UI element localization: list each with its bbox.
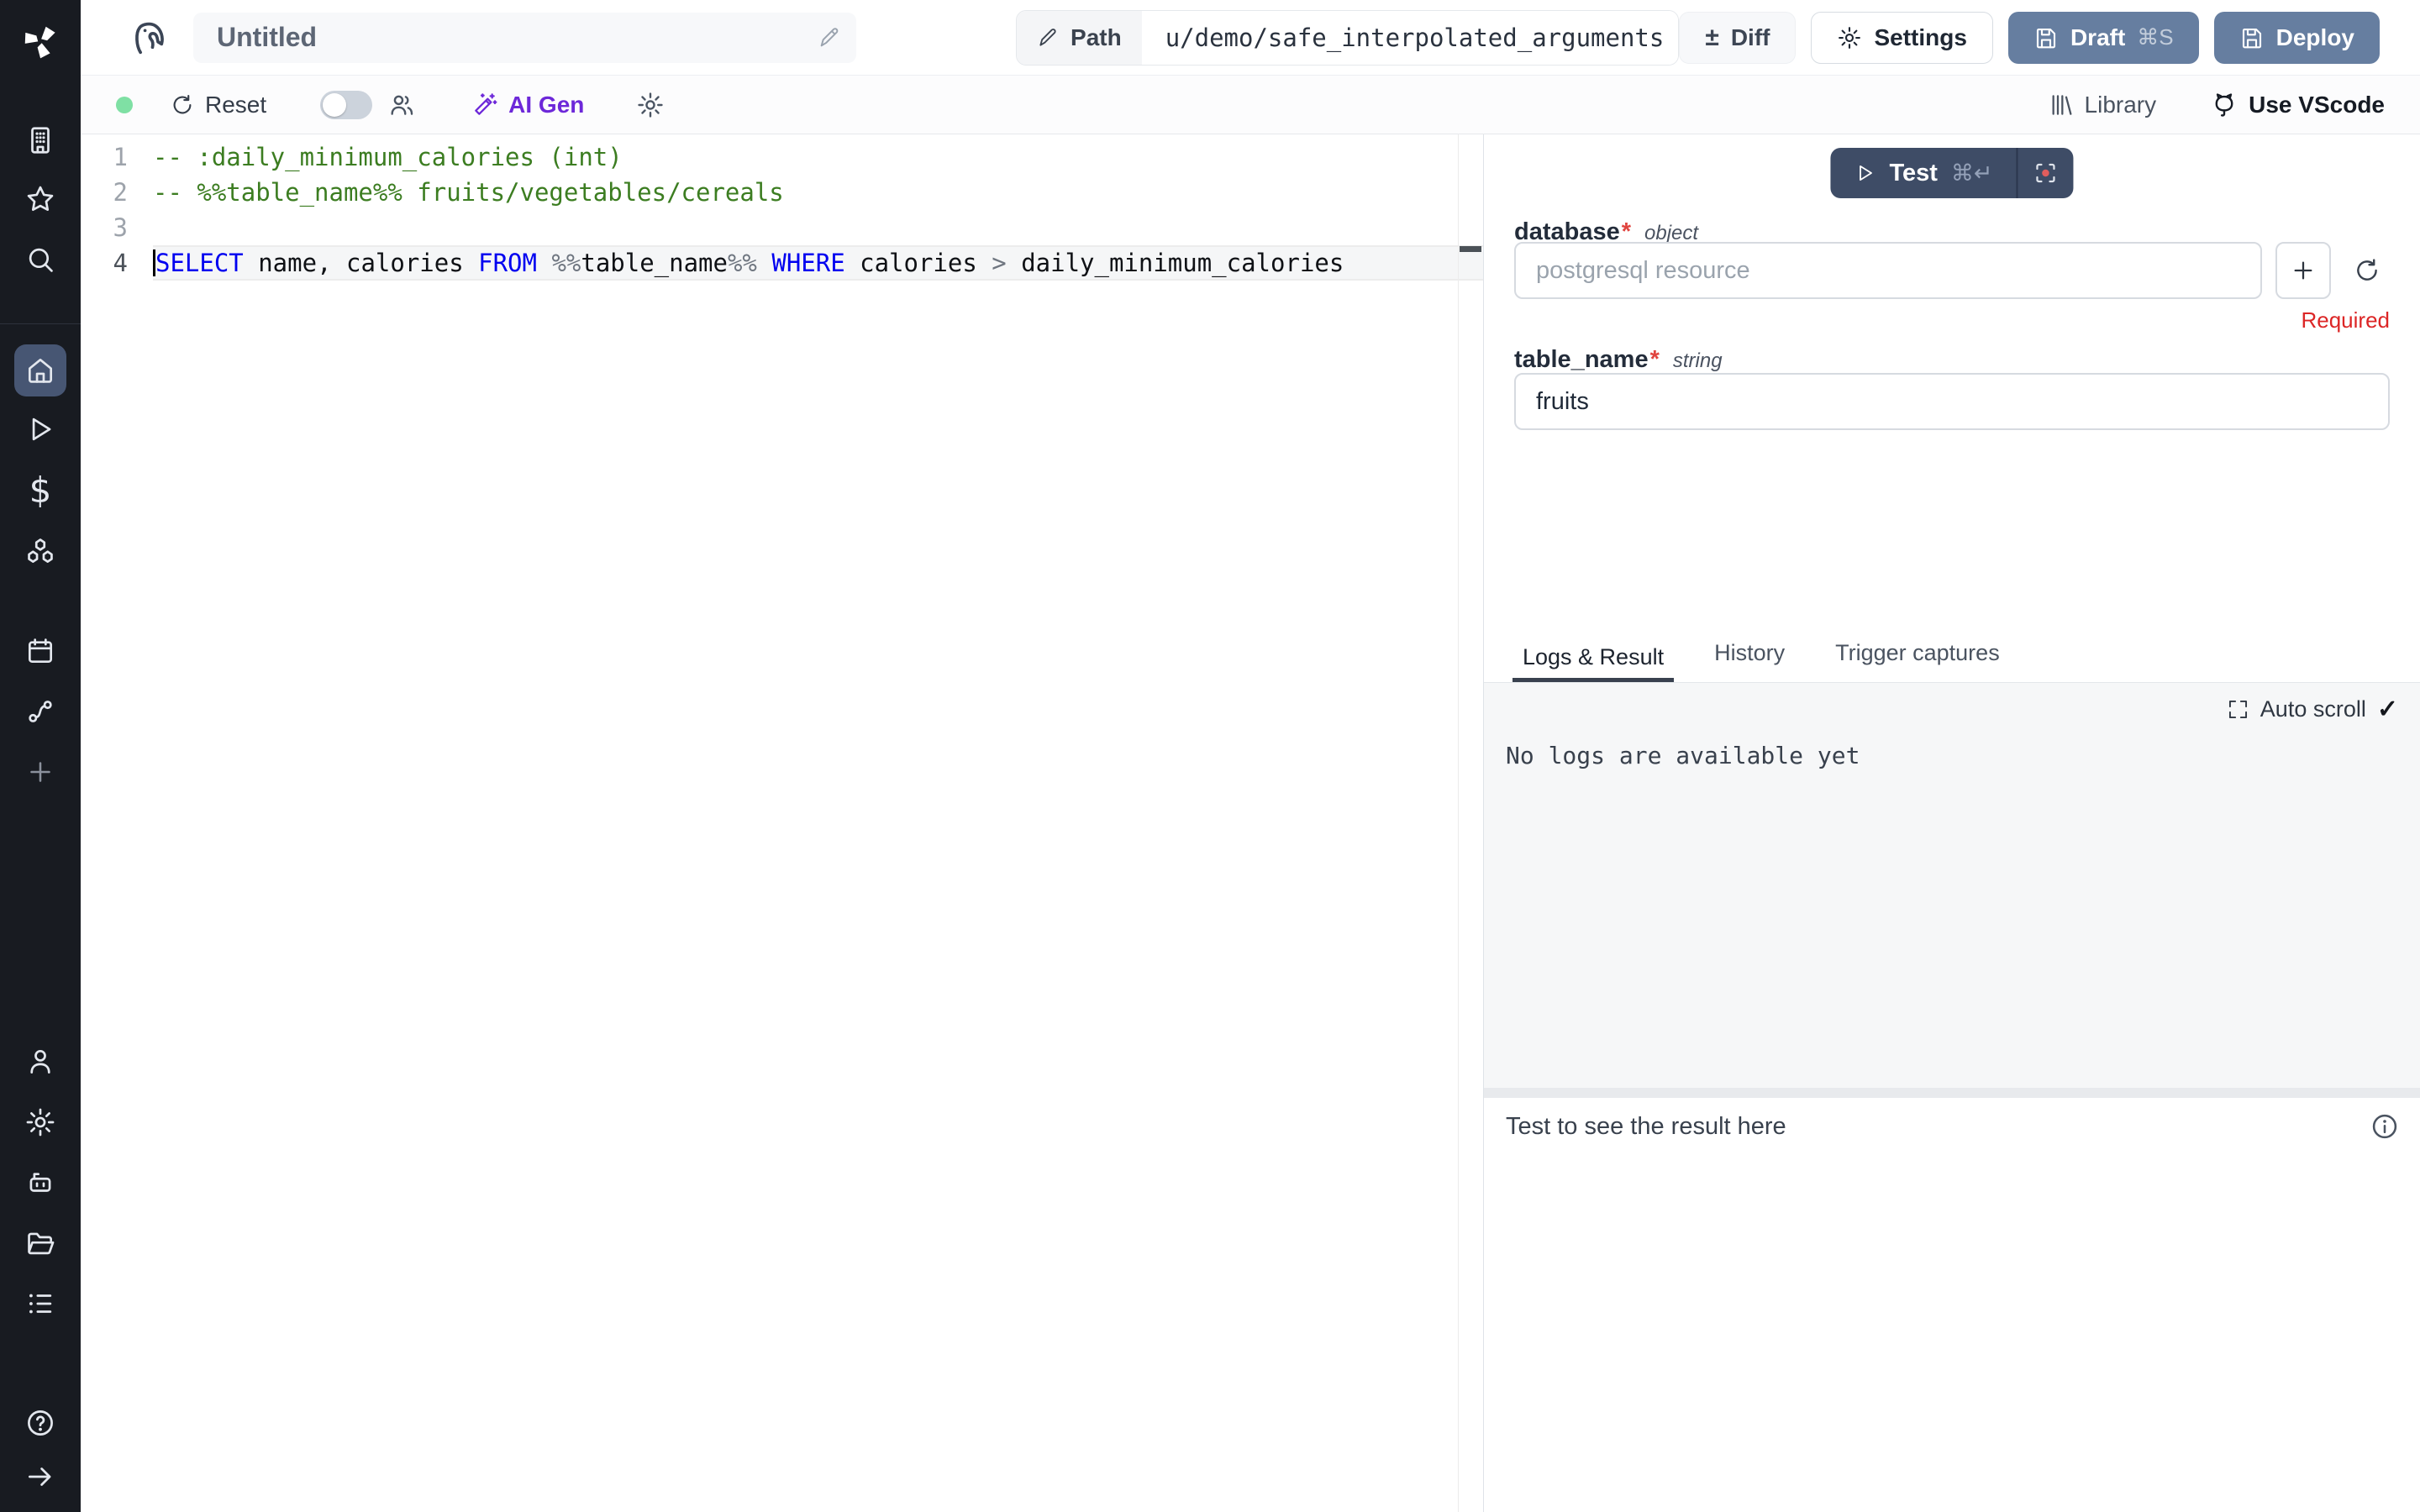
plus-icon bbox=[2290, 257, 2317, 284]
logs-result-divider[interactable] bbox=[1484, 1088, 2420, 1098]
editor-minimap[interactable] bbox=[1458, 134, 1483, 1512]
sidebar-item-runs[interactable] bbox=[17, 406, 64, 453]
script-title-field[interactable] bbox=[193, 13, 856, 63]
run-panel: Test ⌘↵ database* object Required bbox=[1483, 134, 2420, 1512]
code-editor[interactable]: 1-- :daily_minimum_calories (int)2-- %%t… bbox=[81, 134, 1483, 1512]
workspace-icon[interactable] bbox=[17, 117, 64, 164]
sidebar-divider bbox=[0, 323, 81, 324]
library-button[interactable]: Library bbox=[2048, 92, 2157, 118]
code-text: -- :daily_minimum_calories (int) bbox=[153, 139, 1483, 175]
search-icon[interactable] bbox=[17, 236, 64, 283]
table-name-input[interactable] bbox=[1514, 373, 2390, 430]
edit-path-pencil-icon bbox=[1037, 27, 1059, 49]
code-line[interactable]: 3 bbox=[81, 210, 1483, 245]
diff-button[interactable]: ± Diff bbox=[1679, 12, 1796, 64]
line-number: 1 bbox=[81, 139, 153, 175]
code-text: -- %%table_name%% fruits/vegetables/cere… bbox=[153, 175, 1483, 210]
line-number: 3 bbox=[81, 210, 153, 245]
top-bar: Path u/demo/safe_interpolated_arguments … bbox=[81, 0, 2420, 76]
refresh-resources-button[interactable] bbox=[2344, 242, 2390, 299]
vscode-cat-icon bbox=[2210, 91, 2238, 119]
check-icon: ✓ bbox=[2377, 695, 2398, 724]
favorites-icon[interactable] bbox=[17, 176, 64, 223]
ai-gen-button[interactable]: AI Gen bbox=[471, 92, 584, 118]
tab-history[interactable]: History bbox=[1704, 640, 1795, 682]
deploy-button[interactable]: Deploy bbox=[2214, 12, 2380, 64]
expand-sidebar-icon[interactable] bbox=[17, 1453, 64, 1500]
test-shortcut: ⌘↵ bbox=[1951, 160, 1993, 186]
save-icon bbox=[2239, 25, 2265, 50]
line-number: 2 bbox=[81, 175, 153, 210]
sidebar: $ bbox=[0, 0, 81, 1512]
sidebar-item-user[interactable] bbox=[17, 1038, 64, 1085]
gear-icon bbox=[1837, 25, 1862, 50]
capture-button[interactable] bbox=[2018, 148, 2074, 198]
logs-area: Auto scroll ✓ No logs are available yet bbox=[1484, 683, 2420, 1088]
users-icon[interactable] bbox=[387, 91, 416, 119]
sidebar-item-schedules[interactable] bbox=[17, 627, 64, 675]
path-selector[interactable]: Path u/demo/safe_interpolated_arguments bbox=[1016, 10, 1679, 66]
add-resource-button[interactable] bbox=[2275, 242, 2331, 299]
expand-icon bbox=[2227, 698, 2249, 721]
sidebar-item-workers[interactable] bbox=[17, 1159, 64, 1206]
code-text bbox=[153, 210, 1483, 245]
editor-toolbar: Reset AI Gen Library Use VScode bbox=[81, 76, 2420, 134]
reset-button[interactable]: Reset bbox=[170, 92, 266, 118]
line-number: 4 bbox=[81, 245, 153, 281]
windmill-logo[interactable] bbox=[17, 18, 64, 65]
status-dot bbox=[116, 97, 133, 113]
wand-icon bbox=[471, 92, 498, 118]
code-line[interactable]: 1-- :daily_minimum_calories (int) bbox=[81, 139, 1483, 175]
reset-icon bbox=[170, 92, 195, 118]
script-settings-gear-icon[interactable] bbox=[636, 91, 665, 119]
table-name-field-label: table_name* string bbox=[1514, 346, 1723, 374]
sidebar-item-settings[interactable] bbox=[17, 1099, 64, 1146]
help-icon[interactable] bbox=[17, 1399, 64, 1446]
logs-empty-message: No logs are available yet bbox=[1506, 742, 1860, 769]
diff-icon: ± bbox=[1705, 25, 1718, 50]
code-lines: 1-- :daily_minimum_calories (int)2-- %%t… bbox=[81, 139, 1483, 281]
script-title-input[interactable] bbox=[193, 22, 856, 53]
sidebar-item-routes[interactable] bbox=[17, 688, 64, 735]
path-label: Path bbox=[1071, 24, 1122, 51]
overview-ruler-mark bbox=[1460, 246, 1481, 252]
draft-button[interactable]: Draft ⌘S bbox=[2008, 12, 2199, 64]
save-icon bbox=[2033, 25, 2059, 50]
code-line[interactable]: 4SELECT name, calories FROM %%table_name… bbox=[81, 245, 1483, 281]
sidebar-item-variables[interactable]: $ bbox=[17, 467, 64, 514]
refresh-icon bbox=[2353, 256, 2381, 285]
code-line[interactable]: 2-- %%table_name%% fruits/vegetables/cer… bbox=[81, 175, 1483, 210]
add-item-button[interactable] bbox=[17, 748, 64, 795]
tab-trigger-captures[interactable]: Trigger captures bbox=[1825, 640, 2010, 682]
test-bar: Test ⌘↵ bbox=[1830, 148, 2073, 198]
capture-frame-icon bbox=[2033, 160, 2059, 186]
path-value: u/demo/safe_interpolated_arguments bbox=[1142, 11, 1680, 65]
use-vscode-button[interactable]: Use VScode bbox=[2210, 91, 2385, 119]
sidebar-item-home[interactable] bbox=[14, 344, 66, 396]
result-area: Test to see the result here bbox=[1484, 1098, 2420, 1512]
test-button[interactable]: Test ⌘↵ bbox=[1830, 148, 2016, 198]
database-input[interactable] bbox=[1514, 242, 2262, 299]
code-text: SELECT name, calories FROM %%table_name%… bbox=[153, 245, 1483, 281]
info-icon[interactable] bbox=[2370, 1111, 2400, 1142]
tab-logs-result[interactable]: Logs & Result bbox=[1512, 644, 1674, 682]
panel-tabs: Logs & Result History Trigger captures bbox=[1484, 638, 2420, 683]
result-empty-message: Test to see the result here bbox=[1506, 1113, 1786, 1141]
settings-button[interactable]: Settings bbox=[1811, 12, 1992, 64]
sidebar-item-folders[interactable] bbox=[17, 1220, 64, 1267]
postgresql-icon bbox=[128, 16, 171, 60]
library-icon bbox=[2048, 92, 2075, 118]
play-icon bbox=[1854, 162, 1876, 184]
sidebar-item-resources[interactable] bbox=[17, 528, 64, 575]
edit-title-pencil-icon[interactable] bbox=[818, 26, 841, 50]
draft-shortcut: ⌘S bbox=[2137, 24, 2173, 50]
required-error: Required bbox=[2301, 307, 2390, 333]
collab-toggle[interactable] bbox=[320, 91, 372, 119]
sidebar-item-audit-logs[interactable] bbox=[17, 1280, 64, 1327]
auto-scroll-toggle[interactable]: Auto scroll ✓ bbox=[2227, 695, 2398, 724]
